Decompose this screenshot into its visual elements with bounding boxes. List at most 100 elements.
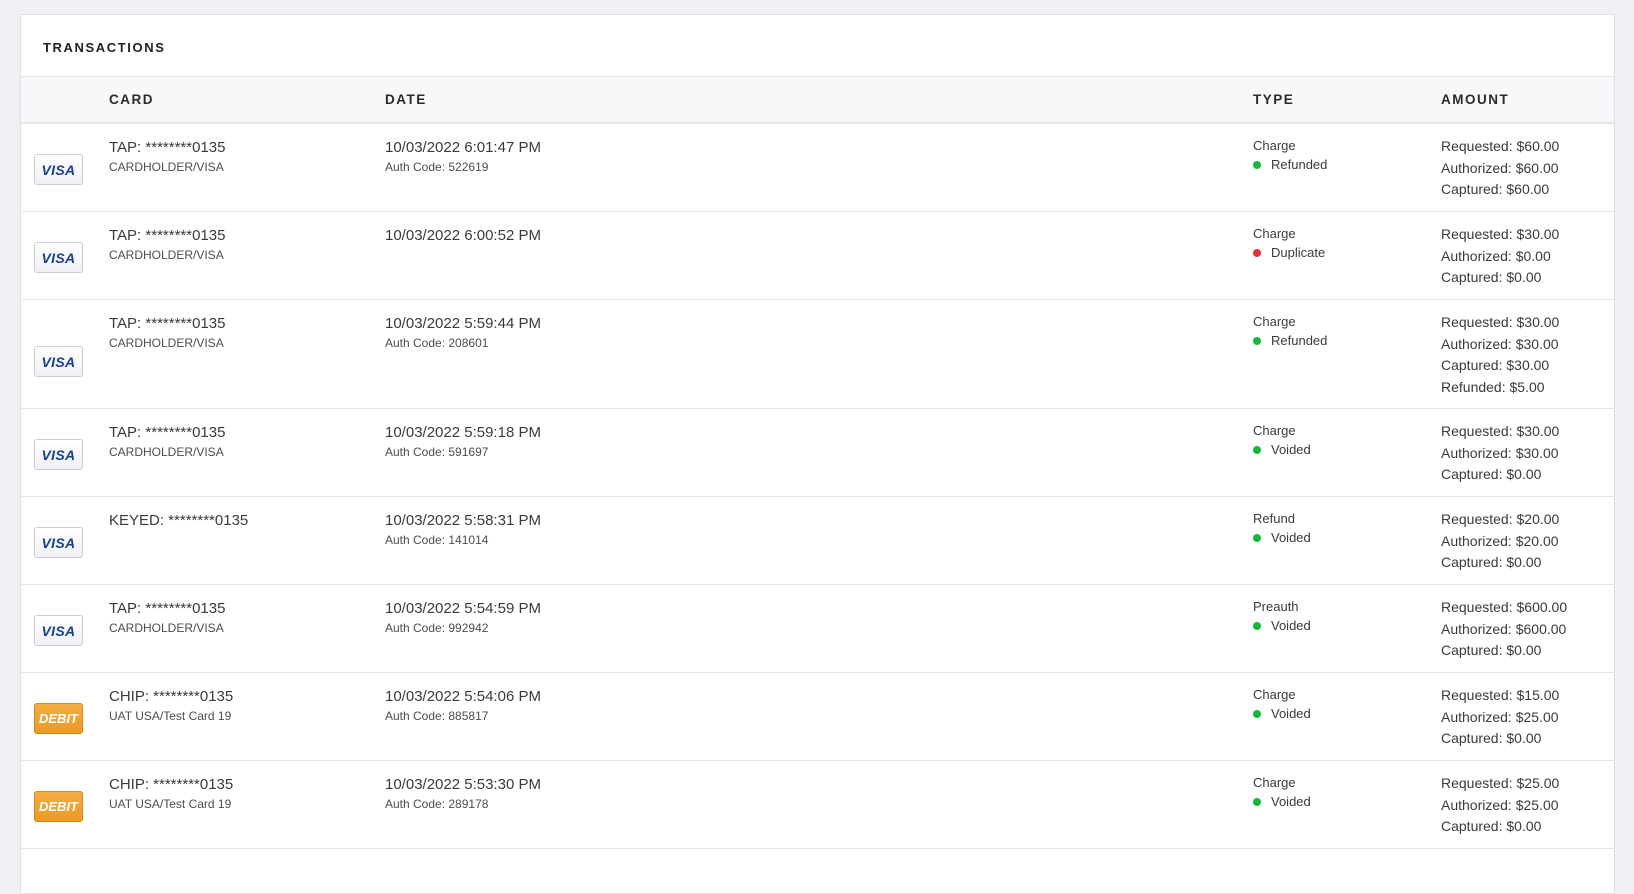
card-cell: TAP: ********0135 CARDHOLDER/VISA — [109, 600, 225, 635]
amount-line: Requested: $30.00 — [1441, 314, 1560, 330]
status-dot-icon — [1253, 445, 1261, 454]
card-brand: VISA — [34, 439, 83, 470]
visa-card-icon: VISA — [34, 154, 83, 185]
amount-line: Requested: $20.00 — [1441, 511, 1560, 527]
table-row[interactable]: DEBIT CHIP: ********0135 UAT USA/Test Card… — [21, 761, 1614, 849]
cardholder-name: CARDHOLDER/VISA — [109, 621, 224, 635]
amount-line: Authorized: $600.00 — [1441, 620, 1567, 637]
table-row[interactable]: VISA TAP: ********0135 CARDHOLDER/VISA 10/0… — [21, 409, 1614, 497]
card-brand: VISA — [34, 154, 83, 185]
date-cell: 10/03/2022 5:54:59 PM Auth Code: 992942 — [385, 600, 541, 635]
table-row[interactable]: VISA TAP: ********0135 CARDHOLDER/VISA 10/0… — [21, 585, 1614, 673]
column-header-amount[interactable]: AMOUNT — [1441, 92, 1509, 107]
amount-line: Authorized: $30.00 — [1441, 444, 1559, 461]
amount-line: Requested: $60.00 — [1441, 138, 1560, 154]
card-cell: CHIP: ********0135 UAT USA/Test Card 19 — [109, 776, 233, 811]
column-header-type[interactable]: TYPE — [1253, 92, 1294, 107]
type-cell: Charge Refunded — [1253, 138, 1327, 172]
card-brand: DEBIT — [34, 703, 83, 734]
transaction-type: Charge — [1253, 687, 1296, 702]
table-row[interactable]: VISA KEYED: ********0135 10/03/2022 5:58:3… — [21, 497, 1614, 585]
status-dot-icon — [1253, 336, 1261, 345]
transaction-date: 10/03/2022 5:59:44 PM — [385, 315, 541, 332]
visa-card-icon: VISA — [34, 242, 83, 273]
card-brand: VISA — [34, 346, 83, 377]
transaction-type: Charge — [1253, 226, 1296, 241]
debit-card-icon: DEBIT — [34, 703, 83, 734]
amount-cell: Requested: $600.00 Authorized: $600.00 Cap… — [1441, 597, 1567, 662]
status-label: Duplicate — [1271, 245, 1326, 260]
table-row[interactable]: DEBIT CHIP: ********0135 UAT USA/Test Card… — [21, 673, 1614, 761]
amount-line: Authorized: $20.00 — [1441, 532, 1559, 549]
transaction-date: 10/03/2022 6:00:52 PM — [385, 227, 541, 244]
transaction-type: Refund — [1253, 511, 1295, 526]
type-cell: Preauth Voided — [1253, 599, 1311, 633]
amount-line: Authorized: $0.00 — [1441, 247, 1551, 264]
card-number: TAP: ********0135 — [109, 227, 226, 244]
column-header-date[interactable]: DATE — [385, 92, 427, 107]
transaction-date: 10/03/2022 5:54:06 PM — [385, 688, 541, 705]
transaction-date: 10/03/2022 5:54:59 PM — [385, 600, 541, 617]
cardholder-name: CARDHOLDER/VISA — [109, 248, 224, 262]
type-cell: Charge Duplicate — [1253, 226, 1325, 260]
amount-line: Captured: $0.00 — [1441, 554, 1542, 570]
transactions-panel: TRANSACTIONS CARD DATE TYPE AMOUNT VISA T… — [20, 14, 1615, 894]
transaction-date: 10/03/2022 5:58:31 PM — [385, 512, 541, 529]
auth-code: Auth Code: 591697 — [385, 445, 489, 459]
card-number: TAP: ********0135 — [109, 424, 226, 441]
cardholder-name: CARDHOLDER/VISA — [109, 445, 224, 459]
date-cell: 10/03/2022 5:54:06 PM Auth Code: 885817 — [385, 688, 541, 723]
type-cell: Charge Voided — [1253, 423, 1311, 457]
card-brand: DEBIT — [34, 791, 83, 822]
auth-code: Auth Code: 289178 — [385, 797, 489, 811]
status-dot-icon — [1253, 797, 1261, 806]
card-cell: KEYED: ********0135 — [109, 512, 248, 530]
date-cell: 10/03/2022 5:59:44 PM Auth Code: 208601 — [385, 315, 541, 350]
auth-code: Auth Code: 885817 — [385, 709, 489, 723]
amount-line: Requested: $25.00 — [1441, 775, 1560, 791]
amount-cell: Requested: $30.00 Authorized: $30.00 Captu… — [1441, 421, 1559, 486]
card-number: KEYED: ********0135 — [109, 512, 249, 529]
amount-line: Requested: $15.00 — [1441, 687, 1560, 703]
amount-line: Requested: $30.00 — [1441, 226, 1560, 242]
amount-line: Captured: $60.00 — [1441, 181, 1550, 197]
visa-card-icon: VISA — [34, 439, 83, 470]
amount-line: Requested: $30.00 — [1441, 423, 1560, 439]
status-label: Refunded — [1271, 333, 1328, 348]
auth-code: Auth Code: 208601 — [385, 336, 489, 350]
transaction-type: Charge — [1253, 138, 1296, 153]
card-number: CHIP: ********0135 — [109, 688, 234, 705]
status-dot-icon — [1253, 621, 1261, 630]
amount-line: Captured: $0.00 — [1441, 730, 1542, 746]
card-cell: TAP: ********0135 CARDHOLDER/VISA — [109, 315, 225, 350]
card-brand: VISA — [34, 527, 83, 558]
card-cell: CHIP: ********0135 UAT USA/Test Card 19 — [109, 688, 233, 723]
cardholder-name: UAT USA/Test Card 19 — [109, 709, 232, 723]
table-row[interactable]: VISA TAP: ********0135 CARDHOLDER/VISA 10/0… — [21, 212, 1614, 300]
amount-cell: Requested: $20.00 Authorized: $20.00 Captu… — [1441, 509, 1559, 574]
amount-line: Captured: $0.00 — [1441, 269, 1542, 285]
transaction-type: Charge — [1253, 314, 1296, 329]
transaction-date: 10/03/2022 5:53:30 PM — [385, 776, 541, 793]
status-badge: Voided — [1253, 530, 1311, 545]
card-number: CHIP: ********0135 — [109, 776, 234, 793]
status-badge: Refunded — [1253, 157, 1327, 172]
status-badge: Voided — [1253, 442, 1311, 457]
transaction-type: Preauth — [1253, 599, 1299, 614]
amount-cell: Requested: $30.00 Authorized: $30.00 Captu… — [1441, 312, 1559, 398]
status-badge: Duplicate — [1253, 245, 1325, 260]
status-label: Voided — [1271, 530, 1311, 545]
amount-line: Authorized: $25.00 — [1441, 796, 1559, 813]
table-row[interactable]: VISA TAP: ********0135 CARDHOLDER/VISA 10/0… — [21, 300, 1614, 409]
amount-line: Refunded: $5.00 — [1441, 378, 1545, 395]
status-badge: Voided — [1253, 706, 1311, 721]
date-cell: 10/03/2022 5:59:18 PM Auth Code: 591697 — [385, 424, 541, 459]
table-header: CARD DATE TYPE AMOUNT — [21, 77, 1614, 124]
visa-card-icon: VISA — [34, 346, 83, 377]
type-cell: Charge Voided — [1253, 687, 1311, 721]
date-cell: 10/03/2022 5:53:30 PM Auth Code: 289178 — [385, 776, 541, 811]
date-cell: 10/03/2022 6:01:47 PM Auth Code: 522619 — [385, 139, 541, 174]
column-header-card[interactable]: CARD — [109, 92, 154, 107]
table-row[interactable]: VISA TAP: ********0135 CARDHOLDER/VISA 10/0… — [21, 124, 1614, 212]
panel-title: TRANSACTIONS — [43, 40, 166, 55]
